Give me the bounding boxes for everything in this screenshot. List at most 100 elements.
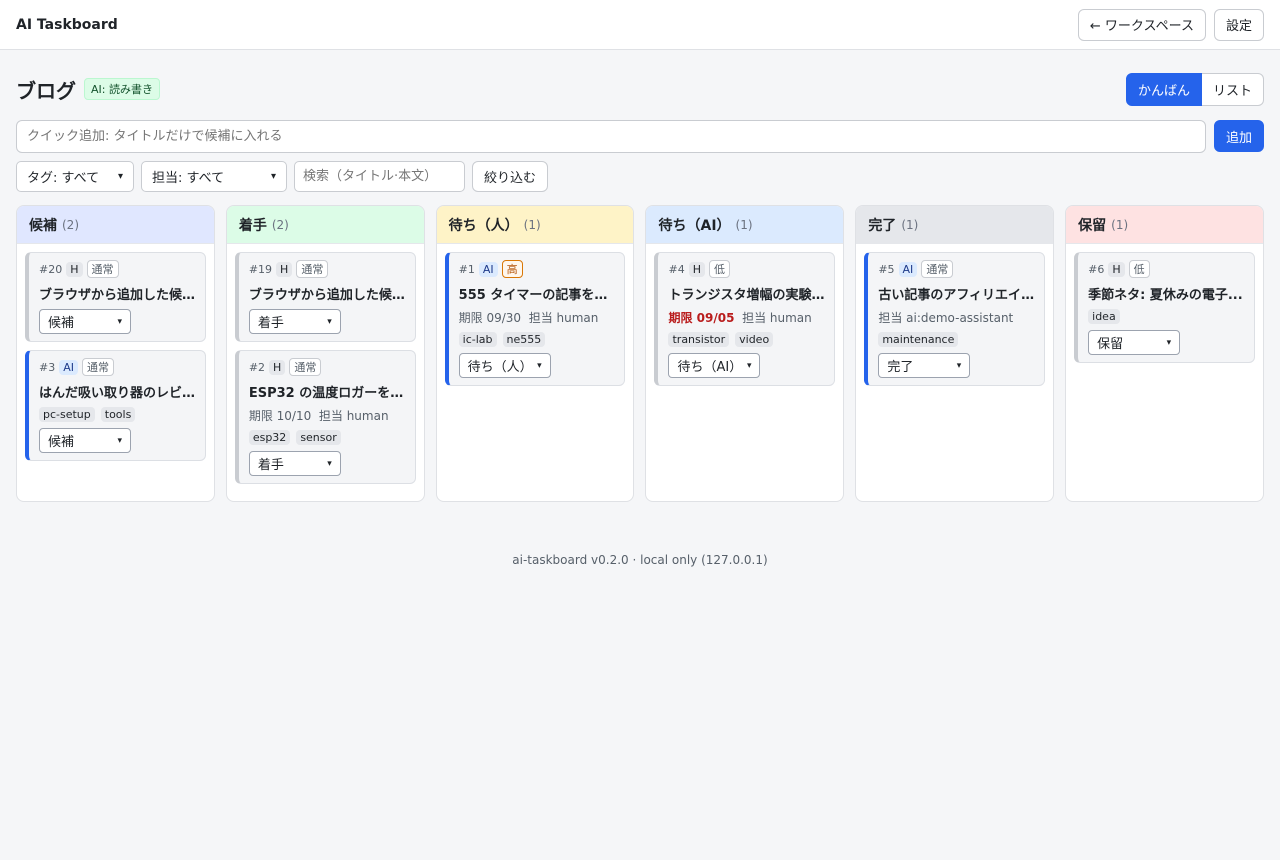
chevron-down-icon: ▾ bbox=[327, 316, 332, 327]
search-input[interactable] bbox=[294, 161, 465, 192]
status-value: 着手 bbox=[257, 458, 284, 473]
chevron-down-icon: ▾ bbox=[956, 360, 962, 371]
task-title[interactable]: 季節ネタ: 夏休みの電子... bbox=[1088, 284, 1245, 303]
tag-chip[interactable]: esp32 bbox=[248, 430, 291, 445]
tag-filter-select[interactable]: タグ: すべて ▾ bbox=[16, 161, 134, 192]
tag-chip[interactable]: ne555 bbox=[502, 332, 546, 347]
apply-filter-button[interactable]: 絞り込む bbox=[472, 161, 549, 192]
priority-badge: 高 bbox=[501, 260, 523, 278]
task-title[interactable]: ブラウザから追加した候補 ... bbox=[249, 284, 406, 303]
kanban-board: 候補 (2) #20 H 通常 ブラウザから追加した候補... 候補 ▾ #3 AI 通常 はんだ吸い… bbox=[16, 205, 1264, 502]
status-select[interactable]: 待ち（人） ▾ bbox=[458, 353, 551, 378]
status-value: 保留 bbox=[1097, 337, 1124, 352]
list-view-button[interactable]: リスト bbox=[1201, 72, 1264, 106]
card-meta: #6 H 低 bbox=[1088, 260, 1245, 278]
task-id: #1 bbox=[458, 262, 475, 276]
tag-chip[interactable]: video bbox=[735, 332, 774, 347]
owner-badge: H bbox=[66, 261, 83, 277]
tag-filter-value: タグ: すべて bbox=[27, 171, 100, 186]
task-title[interactable]: 555 タイマーの記事を書く... bbox=[459, 284, 616, 303]
task-card[interactable]: #2H通常 ESP32 の温度ロガーを 1 ... 期限 10/10 担当 huma… bbox=[234, 350, 416, 484]
tag-chip[interactable]: pc-setup bbox=[39, 407, 95, 422]
task-card[interactable]: #1AI高 555 タイマーの記事を書く... 期限 09/30 担当 human i… bbox=[444, 252, 626, 386]
ai-permission-badge: AI: 読み書き bbox=[84, 78, 160, 100]
tag-chip[interactable]: tools bbox=[100, 407, 136, 422]
chevron-down-icon: ▾ bbox=[537, 360, 542, 371]
task-due: 期限 09/05 bbox=[668, 311, 735, 325]
task-card[interactable]: #3 AI 通常 はんだ吸い取り器のレビュ... pc-setup tools 候補 ▾ bbox=[25, 350, 206, 461]
tag-list: pc-setup tools bbox=[39, 407, 196, 422]
task-card[interactable]: #4 H 低トランジスタ増幅の実験を... 期限 09/05 担当 human tran… bbox=[654, 252, 836, 386]
task-assignee: 担当 human bbox=[528, 311, 599, 325]
status-select[interactable]: 着手 ▾ bbox=[248, 451, 341, 476]
task-title[interactable]: ブラウザから追加した候補... bbox=[39, 284, 196, 303]
task-title[interactable]: ESP32 の温度ロガーを 1 ... bbox=[249, 382, 406, 401]
chevron-down-icon: ▾ bbox=[327, 458, 332, 469]
task-card[interactable]: #6 H 低季節ネタ: 夏休みの電子... idea 保留 ▾ bbox=[1074, 252, 1255, 363]
status-value: 待ち（人） bbox=[467, 360, 533, 375]
tag-list: transistor video bbox=[668, 332, 825, 347]
tag-chip[interactable]: idea bbox=[1088, 309, 1120, 324]
kanban-view-button[interactable]: かんばん bbox=[1125, 72, 1202, 106]
column-title: 候補 bbox=[29, 217, 57, 234]
task-due-row: 担当 ai:demo-assistant bbox=[878, 309, 1035, 326]
status-value: 候補 bbox=[48, 316, 75, 331]
kanban-column: 待ち（AI） (1) #4 H 低トランジスタ増幅の実験を... 期限 09/05 担当 … bbox=[645, 205, 845, 502]
tag-list: ic-lab ne555 bbox=[458, 332, 616, 347]
card-meta: #19 H 通常 bbox=[249, 260, 406, 278]
quick-add-input[interactable] bbox=[16, 120, 1206, 153]
task-title[interactable]: 古い記事のアフィリエイトリ... bbox=[878, 284, 1035, 303]
title-row: ブログ AI: 読み書き かんばん リスト bbox=[16, 72, 1264, 106]
status-select[interactable]: 候補 ▾ bbox=[39, 309, 131, 334]
view-toggle: かんばん リスト bbox=[1125, 72, 1264, 106]
app-title: AI Taskboard bbox=[16, 16, 118, 33]
card-meta: #1 AI 高 bbox=[459, 260, 616, 278]
assignee-filter-value: 担当: すべて bbox=[152, 171, 225, 186]
owner-badge: H bbox=[276, 261, 293, 277]
header-actions: ← ワークスペース 設定 bbox=[1077, 8, 1264, 41]
task-id: #6 bbox=[1088, 262, 1105, 276]
column-header: 着手 (2) bbox=[226, 206, 424, 244]
task-assignee: 担当 human bbox=[318, 409, 389, 423]
status-select[interactable]: 完了 ▾ bbox=[878, 353, 971, 378]
card-meta: #4 H 低 bbox=[668, 260, 825, 278]
task-title[interactable]: トランジスタ増幅の実験を... bbox=[668, 284, 825, 303]
column-header: 保留 (1) bbox=[1066, 206, 1263, 244]
task-assignee: 担当 ai:demo-assistant bbox=[878, 311, 1014, 325]
priority-badge: 通常 bbox=[82, 358, 114, 376]
tag-chip[interactable]: transistor bbox=[668, 332, 730, 347]
status-select[interactable]: 着手 ▾ bbox=[248, 309, 341, 334]
status-value: 着手 bbox=[257, 316, 284, 331]
column-count: (1) bbox=[523, 217, 541, 232]
tag-chip[interactable]: ic-lab bbox=[458, 332, 497, 347]
column-title: 着手 bbox=[238, 217, 267, 234]
column-title: 待ち（人） bbox=[448, 217, 519, 234]
status-select[interactable]: 保留 ▾ bbox=[1088, 330, 1181, 355]
column-count: (1) bbox=[901, 217, 919, 232]
task-id: #5 bbox=[878, 262, 895, 276]
task-id: #19 bbox=[248, 262, 273, 276]
priority-badge: 通常 bbox=[289, 358, 322, 376]
owner-badge: H bbox=[1108, 261, 1125, 277]
tag-chip[interactable]: maintenance bbox=[878, 332, 959, 347]
task-title[interactable]: はんだ吸い取り器のレビュ... bbox=[39, 382, 196, 401]
tag-list: esp32 sensor bbox=[248, 430, 406, 445]
task-id: #20 bbox=[39, 262, 63, 276]
priority-badge: 低 bbox=[708, 260, 730, 278]
status-select[interactable]: 候補 ▾ bbox=[39, 428, 131, 453]
column-count: (2) bbox=[271, 217, 289, 232]
status-value: 候補 bbox=[48, 435, 75, 450]
status-select[interactable]: 待ち（AI） ▾ bbox=[668, 353, 761, 378]
main-content: ブログ AI: 読み書き かんばん リスト 追加 タグ: すべて ▾ 担当: す… bbox=[0, 72, 1280, 567]
task-card[interactable]: #5AI通常古い記事のアフィリエイトリ... 担当 ai:demo-assista… bbox=[864, 252, 1046, 386]
quick-add-button[interactable]: 追加 bbox=[1213, 120, 1264, 152]
back-to-workspace-button[interactable]: ← ワークスペース bbox=[1077, 8, 1206, 41]
settings-button[interactable]: 設定 bbox=[1213, 8, 1264, 41]
owner-badge: AI bbox=[59, 359, 78, 375]
task-card[interactable]: #20 H 通常 ブラウザから追加した候補... 候補 ▾ bbox=[25, 252, 206, 342]
assignee-filter-select[interactable]: 担当: すべて ▾ bbox=[141, 161, 287, 192]
tag-chip[interactable]: sensor bbox=[296, 430, 341, 445]
task-card[interactable]: #19H通常ブラウザから追加した候補 ... 着手 ▾ bbox=[234, 252, 416, 342]
task-assignee: 担当 human bbox=[742, 311, 812, 325]
column-count: (1) bbox=[735, 217, 753, 232]
